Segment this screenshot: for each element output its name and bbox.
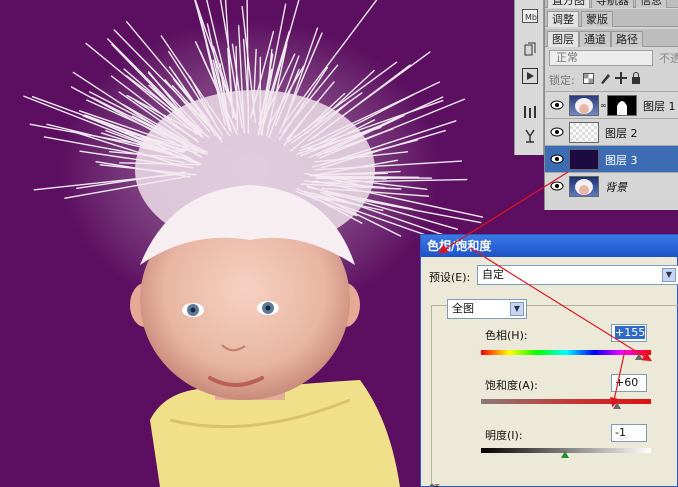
layers-tabs-row: 图层 通道 路径 (545, 29, 678, 47)
preset-label: 预设(E): (429, 271, 471, 284)
lightness-label: 明度(I): (485, 429, 523, 442)
visibility-eye-icon[interactable] (548, 96, 566, 114)
layers-panel: 直方图 导航器 信息 调整 蒙版 图层 通道 路径 正常 不透 锁定: ∞ 图层… (544, 0, 678, 210)
blend-row: 正常 不透 (549, 50, 678, 66)
tab-histogram[interactable]: 直方图 (547, 0, 590, 8)
blend-mode-select[interactable]: 正常 (549, 50, 653, 66)
chevron-down-icon: ▼ (662, 268, 676, 282)
layer-thumbnail (569, 176, 599, 197)
saturation-slider-track[interactable] (481, 399, 651, 404)
brush-presets-icon[interactable] (520, 102, 540, 122)
colorize-label: 颜 (429, 481, 440, 487)
chain-link-icon[interactable]: ∞ (600, 101, 607, 110)
top-tabs-row: 直方图 导航器 信息 (545, 0, 678, 8)
preset-value: 自定 (482, 268, 504, 281)
tool-presets-icon[interactable] (520, 126, 540, 146)
saturation-label: 饱和度(A): (485, 379, 538, 392)
layer-row-2[interactable]: 图层 2 (545, 118, 678, 145)
visibility-eye-icon[interactable] (548, 123, 566, 141)
preset-select[interactable]: 自定 ▼ (477, 265, 678, 285)
tab-adjustments[interactable]: 调整 (547, 11, 579, 27)
saturation-value: +60 (615, 376, 639, 389)
layer-name: 图层 1 (643, 100, 676, 113)
lightness-input[interactable]: -1 (611, 424, 647, 442)
layer-name: 背景 (605, 181, 627, 194)
tab-paths[interactable]: 路径 (611, 31, 643, 47)
lock-pixels-icon[interactable] (599, 72, 611, 87)
panel-icon-strip: Mb (514, 0, 544, 155)
layer-thumbnail (569, 122, 599, 143)
lock-position-icon[interactable] (615, 72, 627, 87)
actions-play-icon[interactable] (520, 66, 540, 86)
visibility-eye-icon[interactable] (548, 150, 566, 168)
history-icon[interactable] (520, 40, 540, 60)
layer-row-1[interactable]: ∞ 图层 1 (545, 91, 678, 118)
tab-navigator[interactable]: 导航器 (591, 0, 634, 8)
lock-row: 锁定: (549, 72, 678, 88)
lock-transparent-icon[interactable] (583, 73, 594, 87)
lightness-slider-thumb[interactable] (561, 451, 570, 458)
chevron-down-icon: ▼ (510, 302, 524, 316)
saturation-slider-thumb[interactable] (613, 402, 621, 409)
saturation-input[interactable]: +60 (611, 374, 647, 392)
tab-layers[interactable]: 图层 (547, 31, 579, 47)
opacity-label: 不透 (659, 52, 678, 65)
edit-range-select[interactable]: 全图 ▼ (447, 299, 527, 319)
hue-saturation-dialog: 色相/饱和度 预设(E): 自定 ▼ 全图 ▼ 色相(H): +155 饱和度(… (420, 234, 678, 487)
svg-text:Mb: Mb (525, 13, 537, 22)
dialog-title: 色相/饱和度 (421, 235, 678, 257)
hue-label: 色相(H): (485, 329, 528, 342)
lock-label: 锁定: (549, 74, 575, 87)
visibility-eye-icon[interactable] (548, 177, 566, 195)
adjust-tabs-row: 调整 蒙版 (545, 9, 678, 27)
hue-input[interactable]: +155 (611, 324, 647, 342)
layer-name: 图层 2 (605, 127, 638, 140)
mini-bridge-icon[interactable]: Mb (520, 6, 540, 26)
blend-mode-value: 正常 (556, 51, 578, 64)
layer-name: 图层 3 (605, 154, 638, 167)
hue-value: +155 (615, 326, 646, 339)
layer-thumbnail (569, 149, 599, 170)
lock-all-icon[interactable] (631, 72, 641, 87)
layer-row-background[interactable]: 背景 (545, 172, 678, 199)
layer-thumbnail (569, 95, 599, 116)
tab-channels[interactable]: 通道 (579, 31, 611, 47)
edit-range-value: 全图 (452, 302, 474, 315)
hue-slider-thumb[interactable] (635, 353, 644, 360)
tab-info[interactable]: 信息 (635, 0, 667, 8)
hue-slider-track[interactable] (481, 350, 651, 355)
tab-masks[interactable]: 蒙版 (581, 11, 613, 27)
layer-row-3[interactable]: 图层 3 (545, 145, 678, 172)
layer-mask-thumbnail[interactable] (607, 95, 637, 116)
lightness-value: -1 (615, 426, 626, 439)
